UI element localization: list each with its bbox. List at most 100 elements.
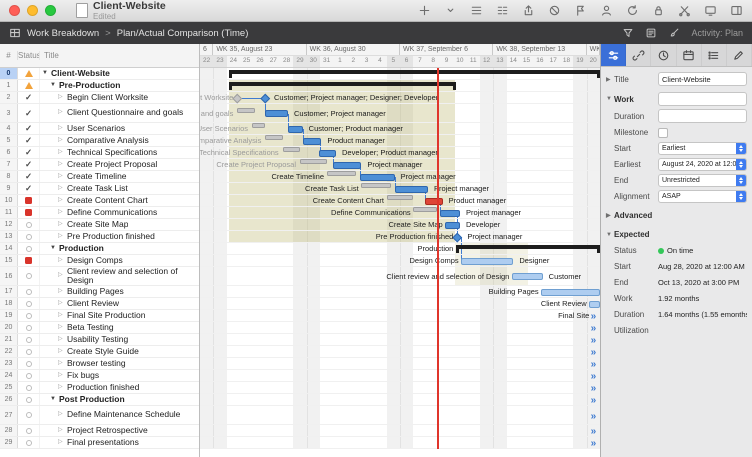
row-number[interactable]: 29 bbox=[0, 437, 18, 448]
row-number[interactable]: 24 bbox=[0, 370, 18, 381]
row-number[interactable]: 10 bbox=[0, 195, 18, 206]
flag-icon[interactable] bbox=[574, 4, 587, 17]
task-bar[interactable] bbox=[318, 149, 336, 157]
close-button[interactable] bbox=[9, 5, 20, 16]
lock-icon[interactable] bbox=[652, 4, 665, 17]
inspector-tab-pencil[interactable] bbox=[727, 44, 752, 66]
table-row[interactable]: 13 ▷ Pre Production finished bbox=[0, 231, 199, 243]
milestone-checkbox[interactable] bbox=[658, 127, 668, 138]
row-number[interactable]: 13 bbox=[0, 231, 18, 242]
disclosure-triangle-expanded[interactable]: ▼ bbox=[42, 69, 48, 79]
chevron-down-icon[interactable] bbox=[444, 4, 457, 17]
task-bar[interactable] bbox=[440, 209, 460, 217]
panel-icon[interactable] bbox=[730, 4, 743, 17]
table-row[interactable]: 17 ▷ Building Pages bbox=[0, 286, 199, 298]
task-bar[interactable] bbox=[512, 273, 543, 280]
table-row[interactable]: 12 ▷ Create Site Map bbox=[0, 219, 199, 231]
table-row[interactable]: 3 ✓ ▷ Client Questionnaire and goals bbox=[0, 104, 199, 123]
task-bar[interactable] bbox=[302, 137, 322, 145]
row-number[interactable]: 21 bbox=[0, 334, 18, 345]
table-row[interactable]: 28 ▷ Project Retrospective bbox=[0, 425, 199, 437]
planned-bar[interactable] bbox=[252, 123, 266, 128]
task-bar[interactable] bbox=[445, 221, 460, 229]
milestone-diamond[interactable] bbox=[260, 93, 271, 103]
scissors-icon[interactable] bbox=[678, 4, 691, 17]
task-bar[interactable] bbox=[394, 185, 428, 193]
offscreen-continuation-icon[interactable]: » bbox=[591, 427, 597, 437]
row-number[interactable]: 25 bbox=[0, 382, 18, 393]
offscreen-continuation-icon[interactable]: » bbox=[591, 312, 597, 322]
offscreen-continuation-icon[interactable]: » bbox=[591, 360, 597, 370]
table-row[interactable]: 7 ✓ ▷ Create Project Proposal bbox=[0, 159, 199, 171]
offscreen-continuation-icon[interactable]: » bbox=[591, 336, 597, 346]
task-bar[interactable] bbox=[541, 288, 600, 296]
task-bar[interactable] bbox=[333, 161, 362, 169]
table-row[interactable]: 4 ✓ ▷ User Scenarios bbox=[0, 123, 199, 135]
task-bar[interactable] bbox=[461, 257, 514, 265]
offscreen-continuation-icon[interactable]: » bbox=[591, 384, 597, 394]
stepper-icon[interactable] bbox=[736, 191, 746, 202]
inspector-tab-clock[interactable] bbox=[651, 44, 677, 66]
row-number[interactable]: 9 bbox=[0, 183, 18, 194]
table-row[interactable]: 9 ✓ ▷ Create Task List bbox=[0, 183, 199, 195]
row-number[interactable]: 6 bbox=[0, 147, 18, 158]
table-row[interactable]: 22 ▷ Create Style Guide bbox=[0, 346, 199, 358]
disclosure-collapsed-icon[interactable]: ▶ bbox=[606, 212, 614, 219]
planned-bar[interactable] bbox=[361, 183, 391, 188]
table-row[interactable]: 6 ✓ ▷ Technical Specifications bbox=[0, 147, 199, 159]
table-row[interactable]: 24 ▷ Fix bugs bbox=[0, 370, 199, 382]
milestone-diamond[interactable] bbox=[452, 232, 463, 242]
inspector-tab-link[interactable] bbox=[626, 44, 652, 66]
table-row[interactable]: 10 ▷ Create Content Chart bbox=[0, 195, 199, 207]
table-row[interactable]: 11 ▷ Define Communications bbox=[0, 207, 199, 219]
end-select[interactable]: Unrestricted bbox=[658, 174, 747, 187]
planned-bar[interactable] bbox=[326, 171, 356, 176]
table-row[interactable]: 16 ▷ Client review and selection of Design bbox=[0, 267, 199, 286]
planned-milestone-diamond[interactable] bbox=[232, 93, 243, 103]
row-number[interactable]: 4 bbox=[0, 123, 18, 134]
start-select[interactable]: Earliest bbox=[658, 142, 747, 155]
task-bar[interactable] bbox=[288, 125, 303, 133]
offscreen-continuation-icon[interactable]: » bbox=[591, 396, 597, 406]
row-number[interactable]: 12 bbox=[0, 219, 18, 230]
table-row[interactable]: 0 ▼ Client-Website bbox=[0, 68, 199, 80]
disclosure-expanded-icon[interactable]: ▼ bbox=[606, 96, 614, 102]
row-number[interactable]: 28 bbox=[0, 425, 18, 436]
add-icon[interactable] bbox=[418, 4, 431, 17]
stepper-icon[interactable] bbox=[736, 159, 746, 170]
breadcrumb-root[interactable]: Work Breakdown bbox=[27, 28, 99, 39]
group-summary-bar[interactable] bbox=[229, 70, 600, 79]
style-icon[interactable] bbox=[645, 27, 657, 39]
earliest-select[interactable]: August 24, 2020 at 12:00 AM bbox=[658, 158, 747, 171]
table-row[interactable]: 8 ✓ ▷ Create Timeline bbox=[0, 171, 199, 183]
planned-bar[interactable] bbox=[300, 159, 327, 164]
table-row[interactable]: 25 ▷ Production finished bbox=[0, 382, 199, 394]
row-number[interactable]: 8 bbox=[0, 171, 18, 182]
duration-input[interactable] bbox=[658, 109, 747, 123]
work-breakdown-icon[interactable] bbox=[9, 27, 21, 39]
planned-bar[interactable] bbox=[265, 135, 283, 140]
paint-icon[interactable] bbox=[668, 27, 680, 39]
table-row[interactable]: 29 ▷ Final presentations bbox=[0, 437, 199, 449]
row-number[interactable]: 22 bbox=[0, 346, 18, 357]
task-bar[interactable] bbox=[265, 110, 288, 117]
monitor-icon[interactable] bbox=[704, 4, 717, 17]
table-row[interactable]: 20 ▷ Beta Testing bbox=[0, 322, 199, 334]
work-input[interactable] bbox=[658, 92, 747, 106]
column-header-number[interactable]: # bbox=[0, 51, 18, 60]
table-row[interactable]: 19 ▷ Final Site Production bbox=[0, 310, 199, 322]
minimize-button[interactable] bbox=[27, 5, 38, 16]
row-number[interactable]: 19 bbox=[0, 310, 18, 321]
disclosure-triangle-expanded[interactable]: ▼ bbox=[50, 244, 56, 254]
disclosure-triangle-expanded[interactable]: ▼ bbox=[50, 395, 56, 405]
row-number[interactable]: 5 bbox=[0, 135, 18, 146]
offscreen-continuation-icon[interactable]: » bbox=[591, 348, 597, 358]
task-bar[interactable] bbox=[589, 300, 600, 308]
sync-icon[interactable] bbox=[626, 4, 639, 17]
row-number[interactable]: 27 bbox=[0, 406, 18, 424]
row-number[interactable]: 23 bbox=[0, 358, 18, 369]
table-row[interactable]: 27 ▷ Define Maintenance Schedule bbox=[0, 406, 199, 425]
offscreen-continuation-icon[interactable]: » bbox=[591, 324, 597, 334]
table-row[interactable]: 15 ▷ Design Comps bbox=[0, 255, 199, 267]
table-row[interactable]: 26 ▼ Post Production bbox=[0, 394, 199, 406]
